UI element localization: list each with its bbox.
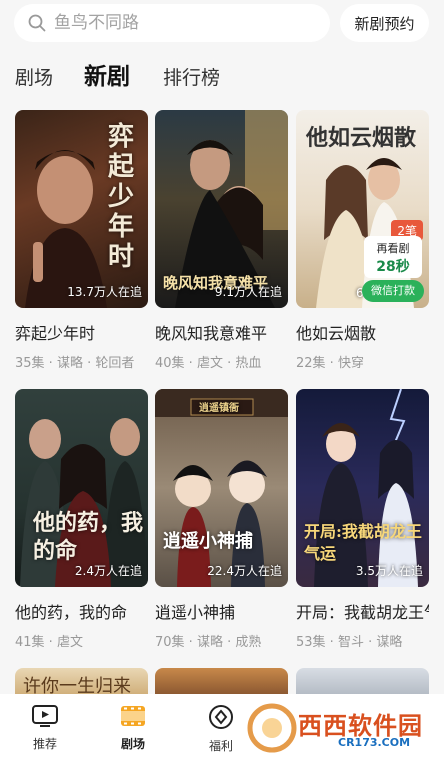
drama-poster[interactable]: 晚风知我意难平 9.1万人在追	[155, 110, 288, 308]
drama-title[interactable]: 晚风知我意难平	[155, 320, 288, 344]
drama-tags: 53集 · 智斗 · 谋略	[296, 635, 403, 650]
tab-theater[interactable]: 剧场	[15, 58, 53, 98]
drama-poster[interactable]: 他的药，我的命 2.4万人在追	[15, 389, 148, 587]
drama-card[interactable]: 开局:我截胡龙王气运 3.5万人在追 开局：我截胡龙王气运 53集 · 智斗 ·…	[296, 389, 429, 650]
view-count: 9.1万人在追	[214, 285, 282, 299]
drama-card[interactable]: 他的药，我的命 2.4万人在追 他的药，我的命 41集 · 虐文	[15, 389, 148, 650]
top-bar: 新剧预约	[0, 0, 444, 48]
watch-timer-value: 28秒	[376, 259, 410, 275]
film-icon	[121, 706, 145, 726]
search-bar[interactable]	[14, 4, 330, 42]
drama-card[interactable]: 弈起少年时 13.7万人在追 弈起少年时 35集 · 谋略 · 轮回者	[15, 110, 148, 371]
drama-title[interactable]: 开局：我截胡龙王气运	[296, 599, 429, 623]
nav-label: 推荐	[32, 737, 57, 751]
drama-title[interactable]: 弈起少年时	[15, 320, 148, 344]
drama-tags: 40集 · 虐文 · 热血	[155, 356, 262, 371]
drama-tags: 70集 · 谋略 · 成熟	[155, 635, 262, 650]
nav-recommend[interactable]: 推荐	[10, 704, 80, 752]
poster-sign: 逍遥镇衙	[199, 403, 239, 414]
drama-tags: 35集 · 谋略 · 轮回者	[15, 356, 135, 371]
site-watermark: 西西软件园 CR173.COM	[246, 700, 436, 756]
tab-new-drama[interactable]: 新剧	[84, 57, 130, 97]
view-count: 2.4万人在追	[74, 564, 142, 578]
poster-figure	[155, 389, 288, 587]
poster-title: 弈起少年时	[107, 122, 134, 272]
tv-icon	[32, 705, 58, 727]
wechat-payout-button[interactable]: 微信打款	[362, 280, 424, 302]
drama-title[interactable]: 逍遥小神捕	[155, 599, 288, 623]
drama-tags: 22集 · 快穿	[296, 356, 364, 371]
drama-tags: 41集 · 虐文	[15, 635, 83, 650]
poster-title: 开局:我截胡龙王气运	[304, 522, 422, 563]
nav-label: 剧场	[120, 737, 145, 751]
watch-timer-label: 再看剧	[376, 242, 410, 255]
drama-poster[interactable]: 他如云烟散 6 2笔 再看剧 28秒 微信打款	[296, 110, 429, 308]
view-count: 13.7万人在追	[67, 285, 142, 299]
poster-title: 逍遥小神捕	[163, 531, 253, 552]
drama-card[interactable]: 逍遥镇衙 逍遥小神捕 22.4万人在追 逍遥小神捕 70集 · 谋略 · 成熟	[155, 389, 288, 650]
drama-card[interactable]: 晚风知我意难平 9.1万人在追 晚风知我意难平 40集 · 虐文 · 热血	[155, 110, 288, 371]
poster-title: 他的药，我的命	[33, 510, 144, 564]
drama-poster[interactable]: 逍遥镇衙 逍遥小神捕 22.4万人在追	[155, 389, 288, 587]
drama-card[interactable]: 他如云烟散 6 2笔 再看剧 28秒 微信打款 他如云烟散 22集 · 快穿	[296, 110, 429, 371]
search-icon	[28, 14, 46, 32]
watermark-subtext: CR173.COM	[338, 736, 411, 749]
nav-theater[interactable]: 剧场	[98, 704, 168, 752]
drama-title[interactable]: 他的药，我的命	[15, 599, 148, 623]
view-count: 3.5万人在追	[355, 564, 423, 578]
new-drama-reservation-button[interactable]: 新剧预约	[340, 4, 429, 42]
drama-title[interactable]: 他如云烟散	[296, 320, 429, 344]
view-count: 22.4万人在追	[207, 564, 282, 578]
tab-ranking[interactable]: 排行榜	[163, 58, 220, 98]
drama-poster[interactable]: 弈起少年时 13.7万人在追	[15, 110, 148, 308]
drama-poster[interactable]: 开局:我截胡龙王气运 3.5万人在追	[296, 389, 429, 587]
search-input[interactable]	[52, 12, 316, 34]
poster-title: 他如云烟散	[306, 125, 417, 151]
coin-icon	[209, 705, 233, 729]
watch-timer-bubble[interactable]: 再看剧 28秒	[364, 236, 422, 278]
category-tabs: 剧场 新剧 排行榜	[0, 58, 444, 98]
